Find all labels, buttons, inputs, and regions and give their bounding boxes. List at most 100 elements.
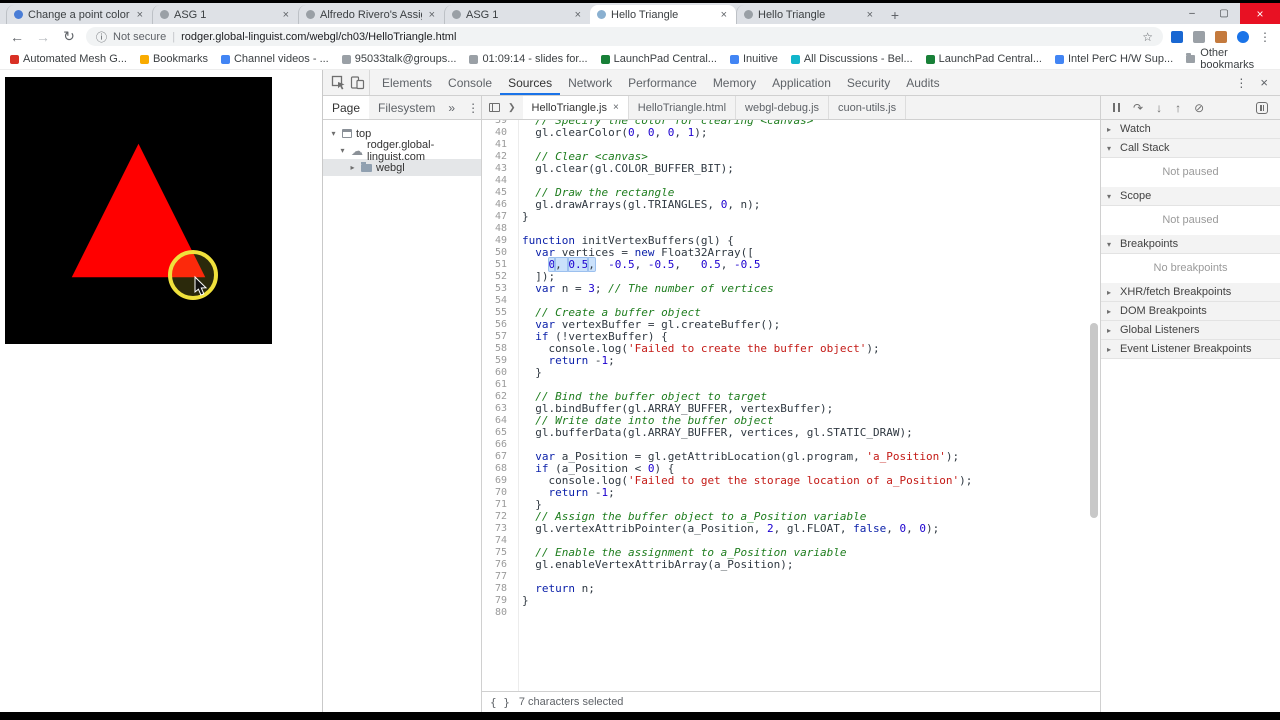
sidebar-section-global-listeners[interactable]: ▸ Global Listeners	[1101, 321, 1280, 340]
sidebar-section-breakpoints[interactable]: ▾ Breakpoints	[1101, 235, 1280, 254]
expand-arrow-icon[interactable]: ▾	[338, 146, 347, 155]
line-number[interactable]: 40	[482, 127, 513, 139]
line-number[interactable]: 60	[482, 367, 513, 379]
navigator-tab-filesystem[interactable]: Filesystem	[369, 96, 444, 119]
minimize-button[interactable]: –	[1176, 3, 1208, 24]
tab-close-icon[interactable]: ×	[427, 9, 437, 21]
code-line-79[interactable]: 79}	[482, 595, 1100, 607]
code-line-73[interactable]: 73 gl.vertexAttribPointer(a_Position, 2,…	[482, 523, 1100, 535]
new-tab-button[interactable]: +	[882, 5, 908, 24]
line-number[interactable]: 79	[482, 595, 513, 607]
file-tab-hellotriangle-js[interactable]: HelloTriangle.js ×	[522, 96, 629, 119]
devtools-menu-icon[interactable]: ⋮	[1235, 76, 1248, 90]
browser-tab-asg-1[interactable]: ASG 1 ×	[444, 5, 590, 24]
file-tab-close-icon[interactable]: ×	[613, 102, 619, 113]
tab-close-icon[interactable]: ×	[719, 9, 729, 21]
tab-close-icon[interactable]: ×	[573, 9, 583, 21]
line-number[interactable]: 43	[482, 163, 513, 175]
line-number[interactable]: 61	[482, 379, 513, 391]
devtools-close-icon[interactable]: ×	[1260, 75, 1268, 90]
code-line-53[interactable]: 53 var n = 3; // The number of vertices	[482, 283, 1100, 295]
devtools-tab-performance[interactable]: Performance	[620, 70, 705, 95]
other-bookmarks-button[interactable]: Other bookmarks	[1186, 47, 1270, 71]
file-tab-hellotriangle-html[interactable]: HelloTriangle.html	[629, 96, 737, 119]
bookmark-star-icon[interactable]: ☆	[1142, 30, 1153, 44]
line-number[interactable]: 63	[482, 403, 513, 415]
navigator-tab-page[interactable]: Page	[323, 96, 370, 119]
code-text[interactable]: gl.clearColor(0, 0, 0, 1);	[513, 127, 707, 139]
line-number[interactable]: 66	[482, 439, 513, 451]
line-number[interactable]: 50	[482, 247, 513, 259]
code-text[interactable]: gl.bufferData(gl.ARRAY_BUFFER, vertices,…	[513, 427, 913, 439]
step-over-icon[interactable]: ↷	[1133, 101, 1143, 115]
pause-on-exceptions-icon[interactable]	[1256, 101, 1268, 114]
line-number[interactable]: 65	[482, 427, 513, 439]
browser-tab-hello-triangle[interactable]: Hello Triangle ×	[590, 5, 736, 24]
reload-button[interactable]: ↻	[60, 28, 78, 45]
bookmark-intel-perc-h-w-sup[interactable]: Intel PerC H/W Sup...	[1055, 53, 1173, 65]
code-line-47[interactable]: 47}	[482, 211, 1100, 223]
code-text[interactable]: var n = 3; // The number of vertices	[513, 283, 773, 295]
bookmark-01-09-14-slides-for[interactable]: 01:09:14 - slides for...	[469, 53, 588, 65]
line-number[interactable]: 64	[482, 415, 513, 427]
line-number[interactable]: 48	[482, 223, 513, 235]
code-line-65[interactable]: 65 gl.bufferData(gl.ARRAY_BUFFER, vertic…	[482, 427, 1100, 439]
file-tab-webgl-debug-js[interactable]: webgl-debug.js	[736, 96, 830, 119]
bookmark-inuitive[interactable]: Inuitive	[729, 53, 778, 65]
code-text[interactable]	[513, 223, 522, 235]
sidebar-section-call-stack[interactable]: ▾ Call Stack	[1101, 139, 1280, 158]
bookmark-launchpad-central[interactable]: LaunchPad Central...	[600, 53, 717, 65]
tree-item-domain[interactable]: ▾ ☁ rodger.global-linguist.com	[323, 139, 481, 163]
line-number[interactable]: 68	[482, 463, 513, 475]
code-text[interactable]	[513, 295, 522, 307]
line-number[interactable]: 67	[482, 451, 513, 463]
extension-icon[interactable]	[1215, 30, 1227, 43]
devtools-tab-sources[interactable]: Sources	[500, 70, 560, 95]
browser-tab-alfredo-rivero-s-assignment-1[interactable]: Alfredo Rivero's Assignment 1 ×	[298, 5, 444, 24]
expand-arrow-icon[interactable]: ▾	[329, 129, 338, 138]
code-text[interactable]	[513, 175, 522, 187]
bookmark-95033talk-groups[interactable]: 95033talk@groups...	[341, 53, 456, 65]
code-text[interactable]: }	[513, 211, 529, 223]
browser-menu-icon[interactable]: ⋮	[1259, 30, 1272, 44]
line-number[interactable]: 56	[482, 319, 513, 331]
line-number[interactable]: 58	[482, 343, 513, 355]
pause-script-icon[interactable]	[1113, 103, 1120, 112]
line-number[interactable]: 41	[482, 139, 513, 151]
devtools-tab-application[interactable]: Application	[764, 70, 839, 95]
cast-icon[interactable]	[1171, 30, 1183, 43]
sidebar-section-scope[interactable]: ▾ Scope	[1101, 187, 1280, 206]
code-text[interactable]	[513, 139, 522, 151]
code-text[interactable]	[513, 439, 522, 451]
line-number[interactable]: 53	[482, 283, 513, 295]
line-number[interactable]: 45	[482, 187, 513, 199]
code-line-60[interactable]: 60 }	[482, 367, 1100, 379]
line-number[interactable]: 76	[482, 559, 513, 571]
code-editor[interactable]: 39 // Specify the color for clearing <ca…	[482, 120, 1100, 691]
line-number[interactable]: 52	[482, 271, 513, 283]
sidebar-section-watch[interactable]: ▸ Watch	[1101, 120, 1280, 139]
pretty-print-icon[interactable]: { }	[490, 696, 510, 709]
bookmark-bookmarks[interactable]: Bookmarks	[139, 53, 208, 65]
line-number[interactable]: 42	[482, 151, 513, 163]
line-number[interactable]: 77	[482, 571, 513, 583]
devtools-tab-security[interactable]: Security	[839, 70, 898, 95]
code-text[interactable]: gl.drawArrays(gl.TRIANGLES, 0, n);	[513, 199, 760, 211]
bookmark-channel-videos[interactable]: Channel videos - ...	[220, 53, 329, 65]
step-into-icon[interactable]: ↓	[1156, 101, 1162, 115]
code-text[interactable]: }	[513, 595, 529, 607]
line-number[interactable]: 59	[482, 355, 513, 367]
step-out-icon[interactable]: ↑	[1175, 101, 1181, 115]
forward-button[interactable]: →	[34, 29, 52, 45]
code-text[interactable]	[513, 379, 522, 391]
line-number[interactable]: 47	[482, 211, 513, 223]
tab-close-icon[interactable]: ×	[281, 9, 291, 21]
line-number[interactable]: 54	[482, 295, 513, 307]
address-bar[interactable]: ⓘ Not secure | rodger.global-linguist.co…	[86, 27, 1163, 46]
devtools-tab-network[interactable]: Network	[560, 70, 620, 95]
device-toolbar-icon[interactable]	[350, 75, 365, 90]
code-text[interactable]	[513, 535, 522, 547]
browser-tab-hello-triangle[interactable]: Hello Triangle ×	[736, 5, 882, 24]
devtools-tab-console[interactable]: Console	[440, 70, 500, 95]
code-line-78[interactable]: 78 return n;	[482, 583, 1100, 595]
